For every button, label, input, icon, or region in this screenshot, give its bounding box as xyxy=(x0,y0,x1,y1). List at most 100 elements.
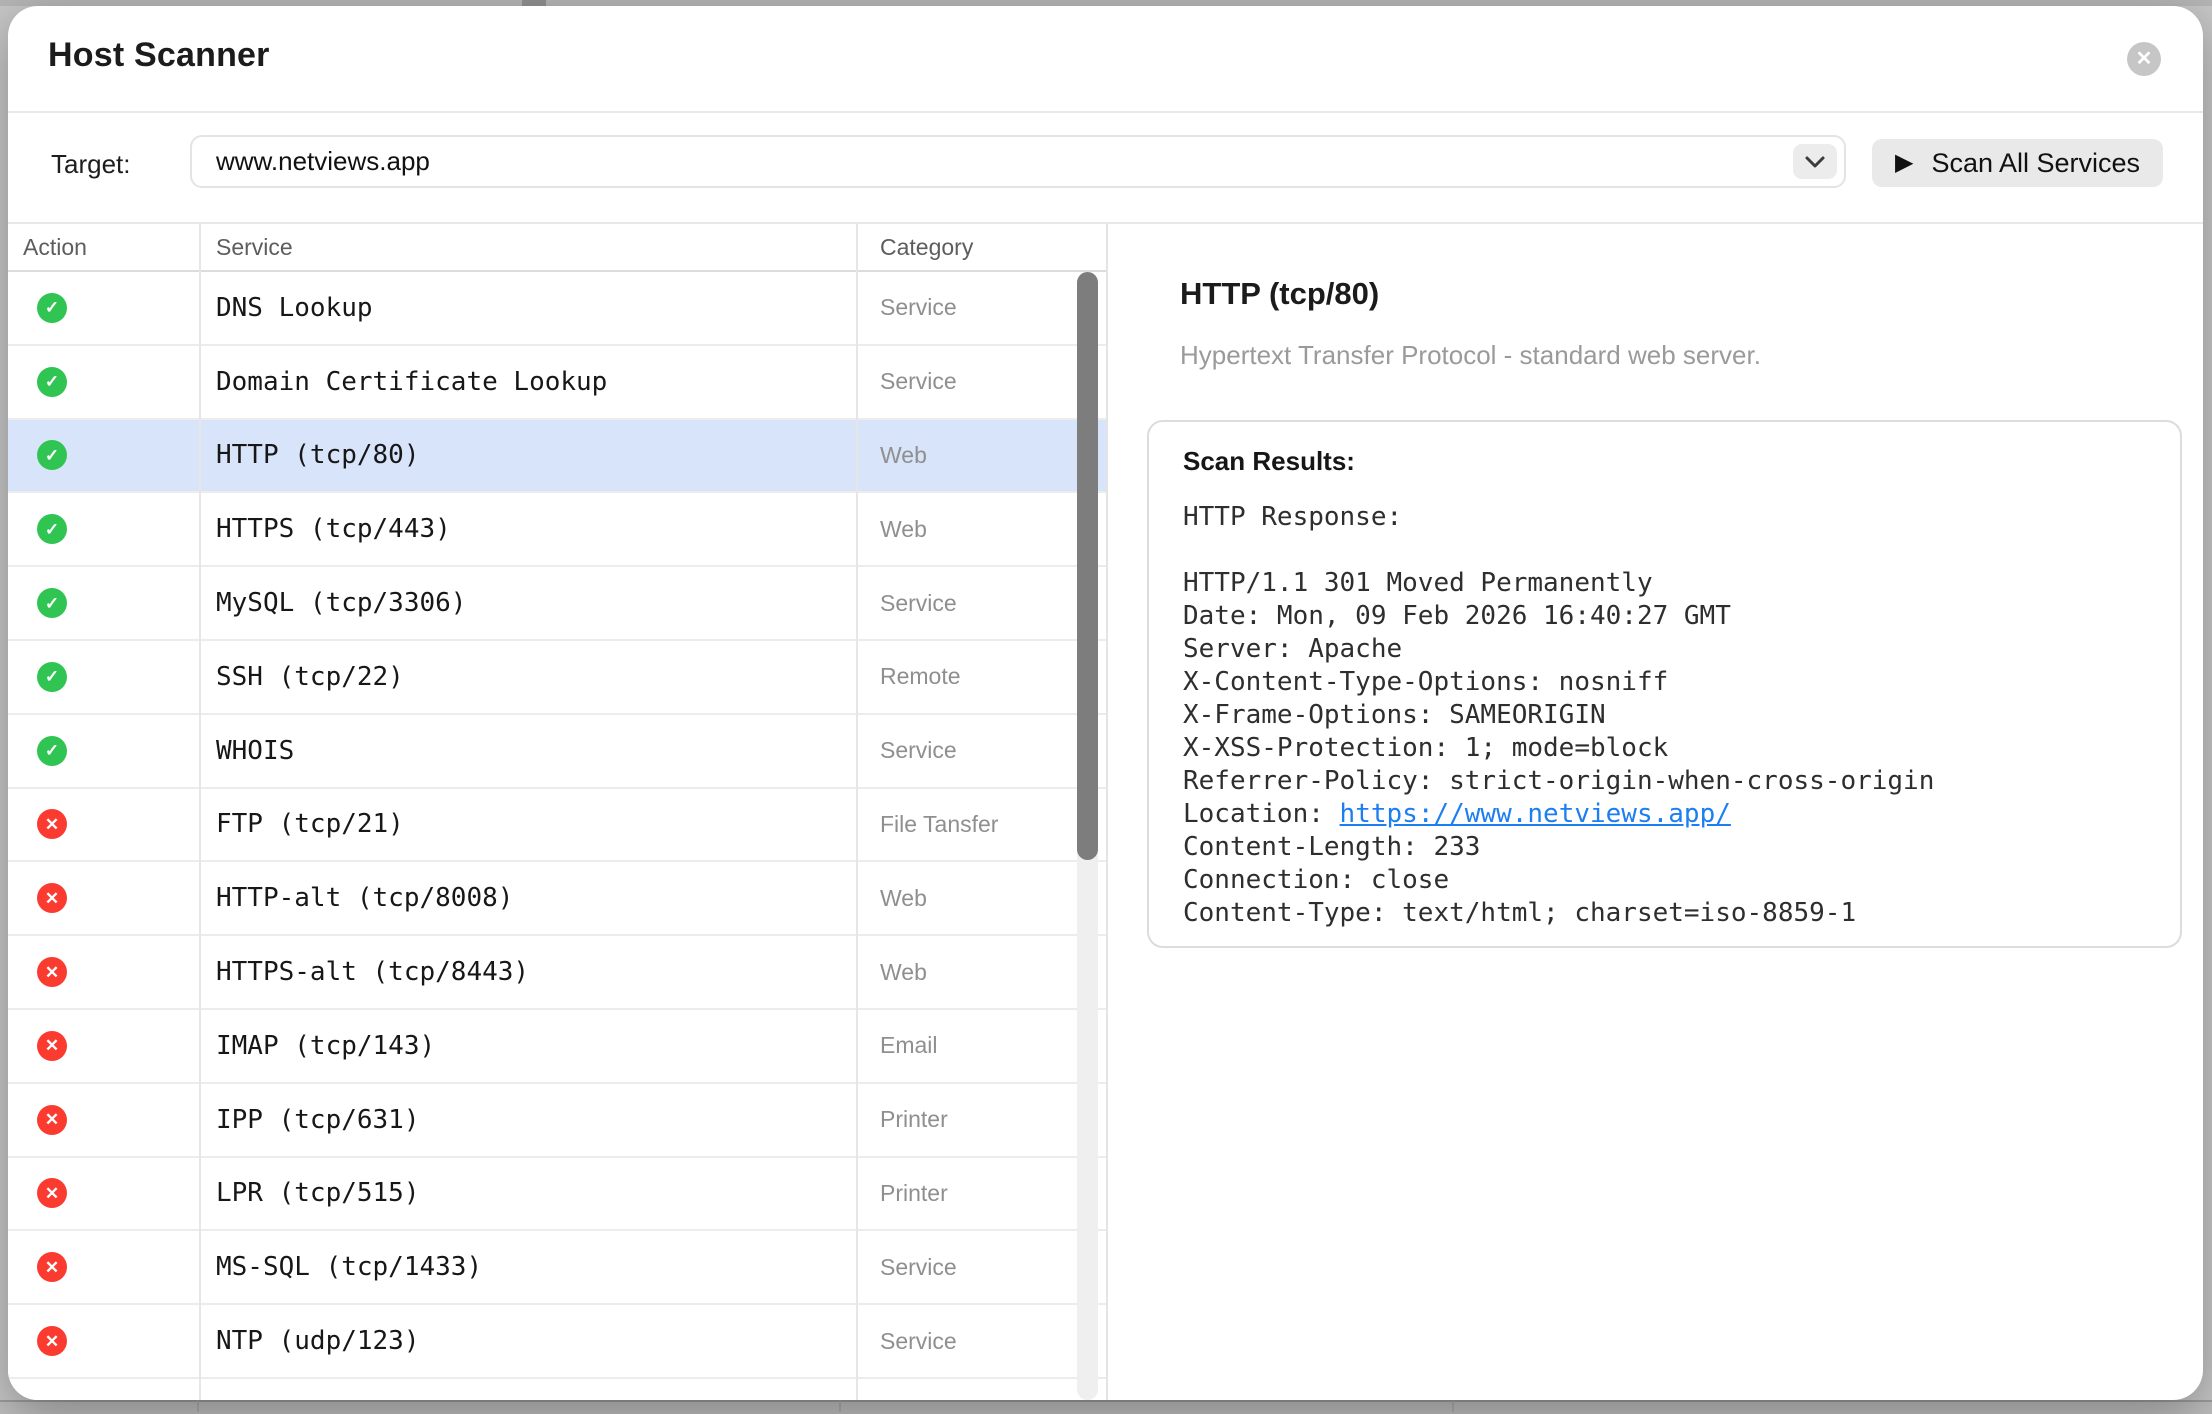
result-line: Content-Length: 233 xyxy=(1183,831,2146,864)
result-line: Connection: close xyxy=(1183,864,2146,897)
category-label: Web xyxy=(880,959,927,986)
category-label: Web xyxy=(880,885,927,912)
service-name: IPP (tcp/631) xyxy=(216,1105,420,1135)
result-line: Server: Apache xyxy=(1183,633,2146,666)
category-label: Service xyxy=(880,294,957,321)
table-row[interactable]: ✓ MySQL (tcp/3306) Service xyxy=(8,567,1106,641)
result-line: Referrer-Policy: strict-origin-when-cros… xyxy=(1183,765,2146,798)
table-row[interactable]: ✓ WHOIS Service xyxy=(8,715,1106,789)
x-circle-icon: ✕ xyxy=(37,1252,67,1282)
check-circle-icon: ✓ xyxy=(37,736,67,766)
column-header-category: Category xyxy=(880,234,973,261)
background-divider-line xyxy=(1452,1401,1454,1412)
detail-title: HTTP (tcp/80) xyxy=(1180,276,1379,312)
service-name: DNS Lookup xyxy=(216,293,373,323)
x-circle-icon: ✕ xyxy=(37,1105,67,1135)
check-circle-icon: ✓ xyxy=(37,588,67,618)
target-input[interactable] xyxy=(190,135,1846,188)
detail-subtitle: Hypertext Transfer Protocol - standard w… xyxy=(1180,340,1761,371)
service-name: IMAP (tcp/143) xyxy=(216,1031,435,1061)
result-line: X-XSS-Protection: 1; mode=block xyxy=(1183,732,2146,765)
content-area: Action Service Category ✓ DNS Lookup Ser… xyxy=(8,224,2203,1400)
table-row[interactable]: ✕ HTTP-alt (tcp/8008) Web xyxy=(8,862,1106,936)
category-label: Remote xyxy=(880,663,961,690)
table-row[interactable]: ✕ HTTPS-alt (tcp/8443) Web xyxy=(8,936,1106,1010)
services-table: ✓ DNS Lookup Service ✓ Domain Certificat… xyxy=(8,272,1106,1400)
category-label: Service xyxy=(880,1328,957,1355)
category-label: Web xyxy=(880,516,927,543)
list-scrollbar-thumb[interactable] xyxy=(1077,272,1098,860)
result-line: HTTP Response: xyxy=(1183,501,2146,534)
category-label: Web xyxy=(880,442,927,469)
scan-results-label: Scan Results: xyxy=(1183,446,2146,477)
table-row[interactable]: ✓ Domain Certificate Lookup Service xyxy=(8,346,1106,420)
check-circle-icon: ✓ xyxy=(37,662,67,692)
list-scrollbar-track[interactable] xyxy=(1077,272,1098,1400)
title-bar: Host Scanner ✕ xyxy=(8,6,2203,113)
chevron-down-icon xyxy=(1804,155,1826,169)
check-circle-icon: ✓ xyxy=(37,514,67,544)
table-row[interactable]: ✕ MS-SQL (tcp/1433) Service xyxy=(8,1231,1106,1305)
column-header-action: Action xyxy=(23,234,87,261)
table-row[interactable]: ✓ SSH (tcp/22) Remote xyxy=(8,641,1106,715)
column-divider xyxy=(199,224,201,1400)
table-row[interactable]: ✕ LPR (tcp/515) Printer xyxy=(8,1158,1106,1232)
table-header: Action Service Category xyxy=(8,224,1106,272)
table-row[interactable]: ✓ HTTPS (tcp/443) Web xyxy=(8,493,1106,567)
service-name: SSH (tcp/22) xyxy=(216,662,404,692)
target-dropdown-button[interactable] xyxy=(1793,144,1837,179)
table-row[interactable]: ✕ POP3 (tcp/110) Email xyxy=(8,1379,1106,1400)
check-circle-icon: ✓ xyxy=(37,293,67,323)
table-row[interactable]: ✕ IPP (tcp/631) Printer xyxy=(8,1084,1106,1158)
close-icon: ✕ xyxy=(2136,49,2153,69)
category-label: Service xyxy=(880,1254,957,1281)
service-name: LPR (tcp/515) xyxy=(216,1178,420,1208)
service-name: FTP (tcp/21) xyxy=(216,809,404,839)
scan-results-box: Scan Results: HTTP Response: HTTP/1.1 301… xyxy=(1147,420,2182,948)
check-circle-icon: ✓ xyxy=(37,367,67,397)
service-name: HTTP-alt (tcp/8008) xyxy=(216,883,513,913)
table-row[interactable]: ✕ NTP (udp/123) Service xyxy=(8,1305,1106,1379)
scan-all-services-label: Scan All Services xyxy=(1931,148,2140,179)
scan-all-services-button[interactable]: ▶ Scan All Services xyxy=(1872,139,2163,187)
x-circle-icon: ✕ xyxy=(37,883,67,913)
service-name: HTTPS (tcp/443) xyxy=(216,514,451,544)
service-name: MS-SQL (tcp/1433) xyxy=(216,1252,482,1282)
play-icon: ▶ xyxy=(1895,151,1913,175)
category-label: Email xyxy=(880,1032,938,1059)
service-name: MySQL (tcp/3306) xyxy=(216,588,466,618)
category-label: Service xyxy=(880,737,957,764)
table-row[interactable]: ✕ FTP (tcp/21) File Tansfer xyxy=(8,789,1106,863)
category-label: File Tansfer xyxy=(880,811,998,838)
background-divider-line xyxy=(839,1401,841,1412)
result-line xyxy=(1183,534,2146,567)
x-circle-icon: ✕ xyxy=(37,1326,67,1356)
scan-results-output: HTTP Response: HTTP/1.1 301 Moved Permane… xyxy=(1183,501,2146,930)
column-divider xyxy=(856,224,858,1400)
location-link[interactable]: https://www.netviews.app/ xyxy=(1340,799,1731,829)
service-name: Domain Certificate Lookup xyxy=(216,367,607,397)
service-name: HTTP (tcp/80) xyxy=(216,440,420,470)
background-divider-line xyxy=(197,1401,199,1412)
table-row[interactable]: ✕ IMAP (tcp/143) Email xyxy=(8,1010,1106,1084)
category-label: Printer xyxy=(880,1180,948,1207)
service-name: HTTPS-alt (tcp/8443) xyxy=(216,957,529,987)
result-line: HTTP/1.1 301 Moved Permanently xyxy=(1183,567,2146,600)
service-name: WHOIS xyxy=(216,736,294,766)
service-name: NTP (udp/123) xyxy=(216,1326,420,1356)
result-line: Date: Mon, 09 Feb 2026 16:40:27 GMT xyxy=(1183,600,2146,633)
x-circle-icon: ✕ xyxy=(37,1178,67,1208)
table-row[interactable]: ✓ DNS Lookup Service xyxy=(8,272,1106,346)
toolbar: Target: ▶ Scan All Services xyxy=(8,113,2203,224)
x-circle-icon: ✕ xyxy=(37,957,67,987)
detail-panel: HTTP (tcp/80) Hypertext Transfer Protoco… xyxy=(1108,224,2203,1400)
table-row[interactable]: ✓ HTTP (tcp/80) Web xyxy=(8,420,1106,494)
host-scanner-window: Host Scanner ✕ Target: ▶ Scan All Servic… xyxy=(8,6,2203,1400)
result-line: X-Frame-Options: SAMEORIGIN xyxy=(1183,699,2146,732)
close-button[interactable]: ✕ xyxy=(2127,42,2161,76)
category-label: Service xyxy=(880,368,957,395)
result-line: Location: https://www.netviews.app/ xyxy=(1183,798,2146,831)
x-circle-icon: ✕ xyxy=(37,1031,67,1061)
result-line: X-Content-Type-Options: nosniff xyxy=(1183,666,2146,699)
category-label: Service xyxy=(880,590,957,617)
